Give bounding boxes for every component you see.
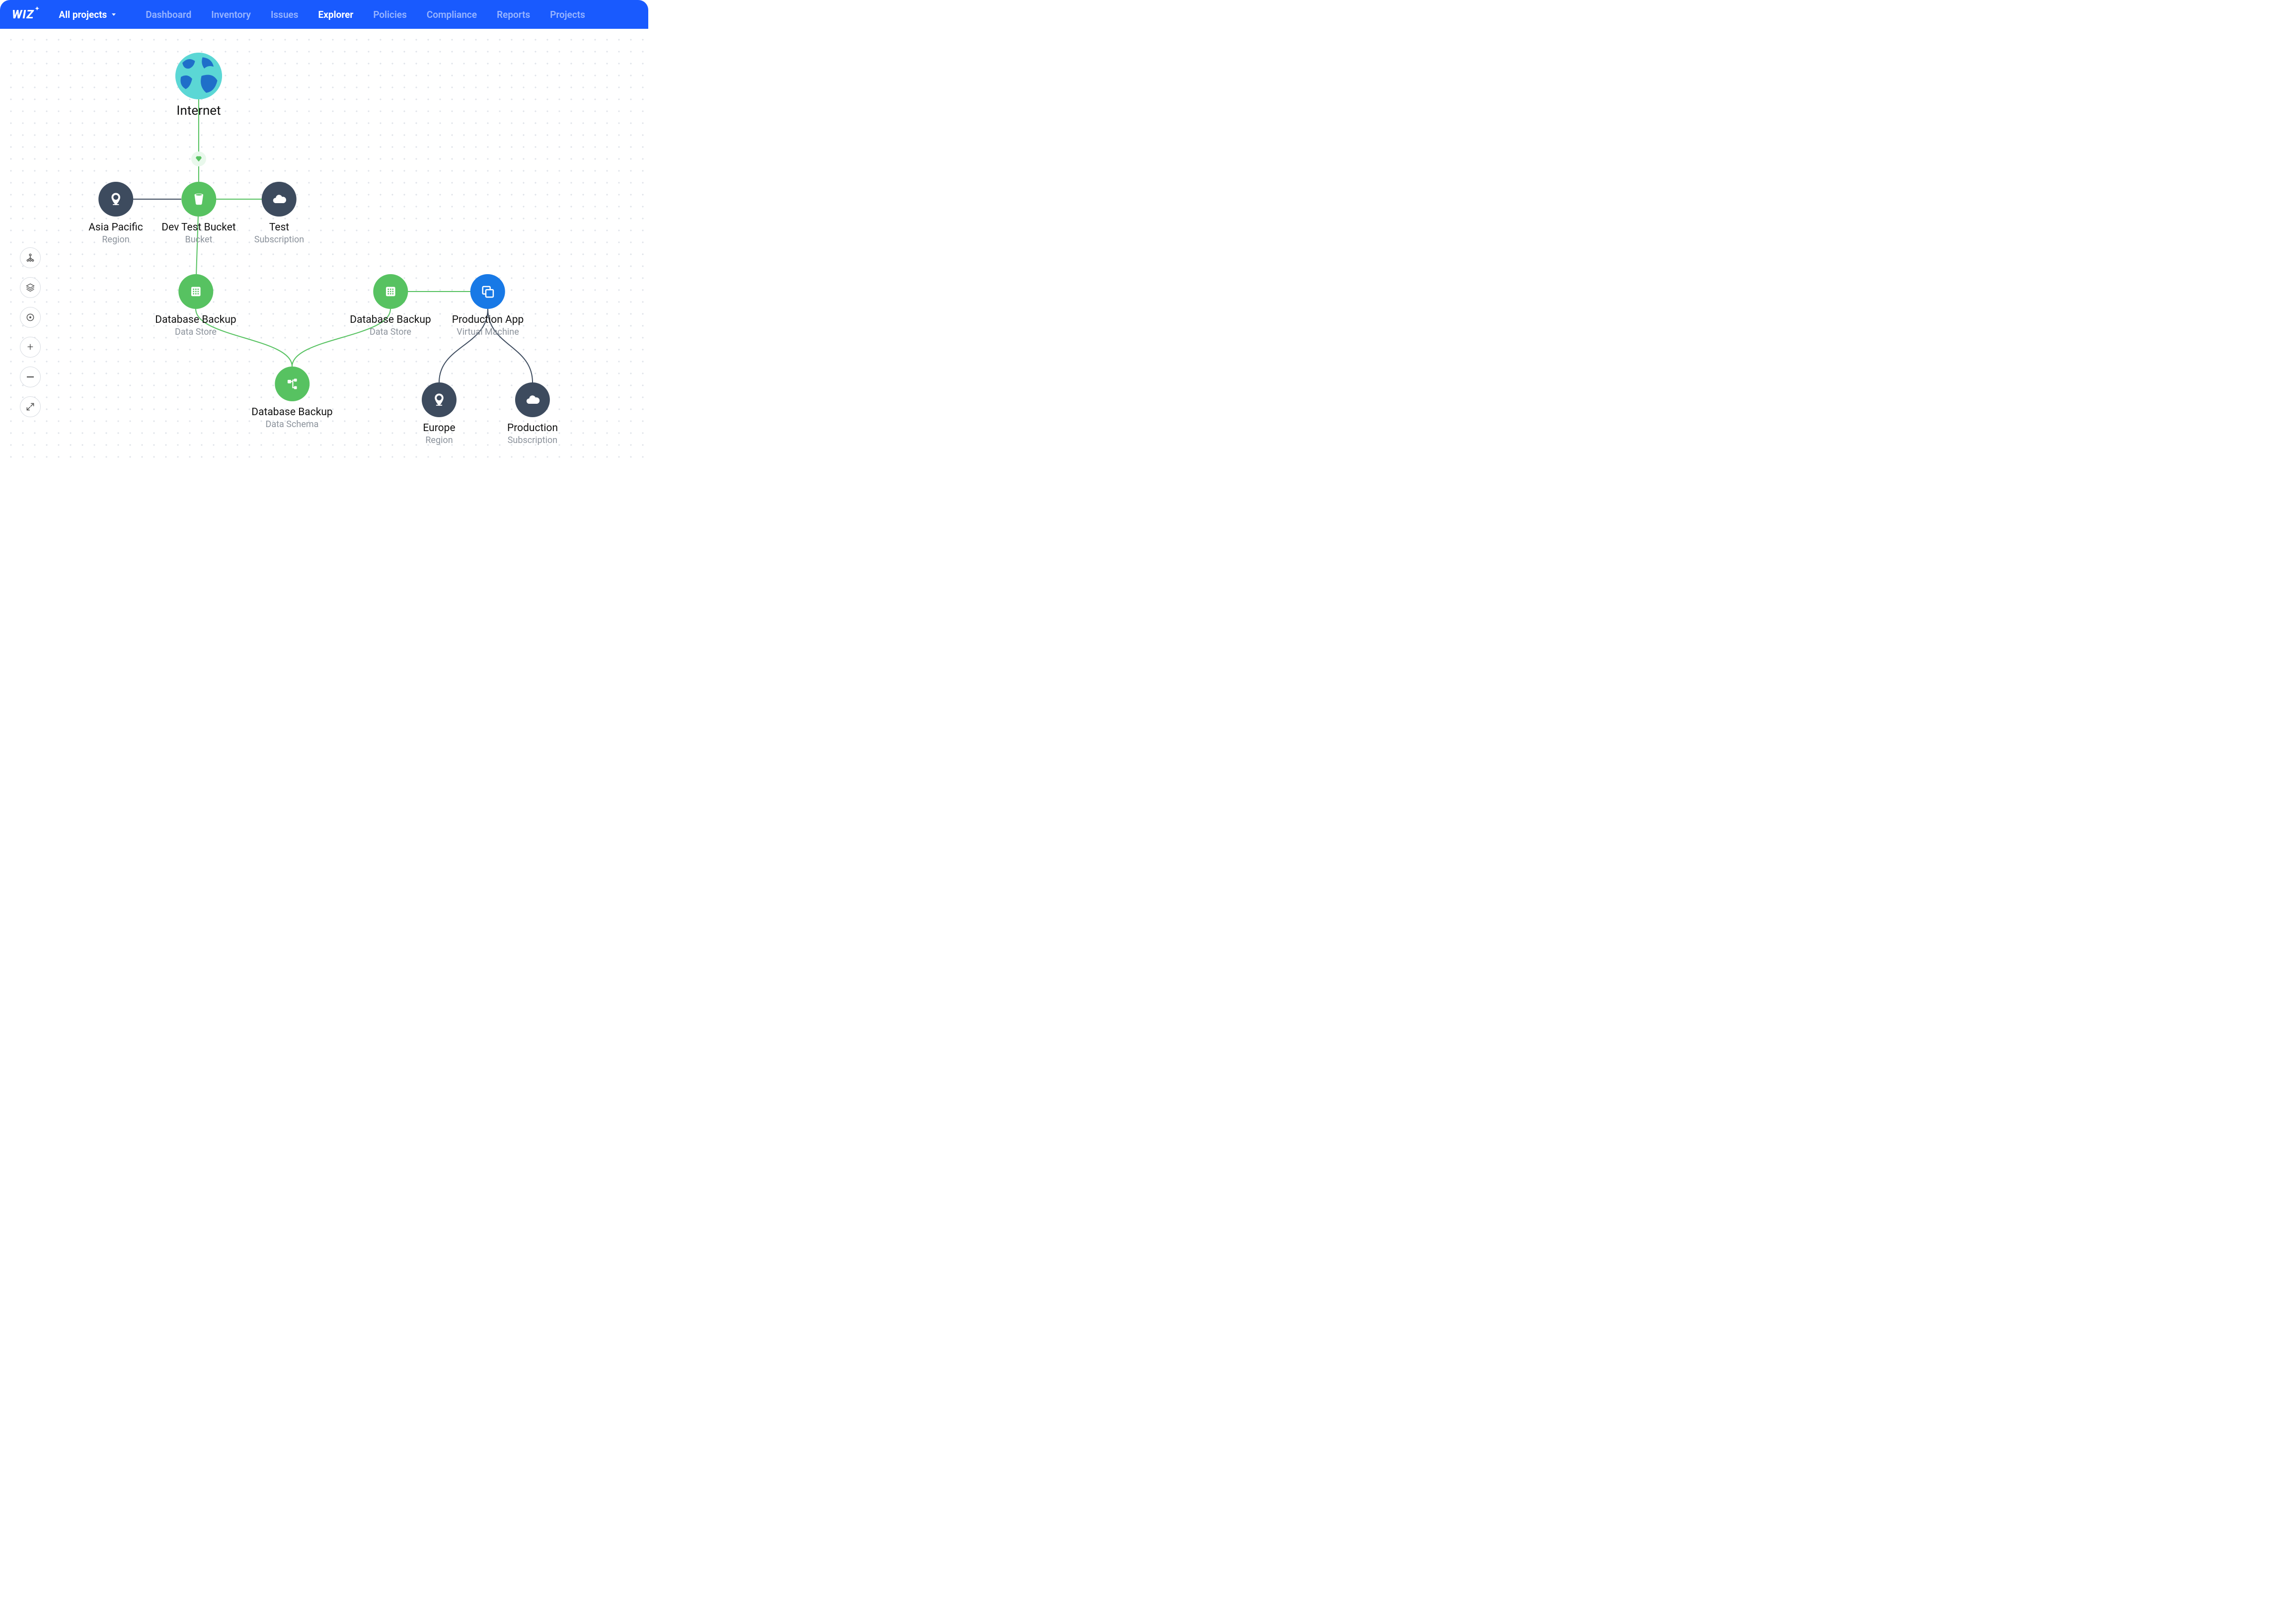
expand-icon	[25, 402, 35, 412]
node-db-backup-1[interactable]: Database Backup Data Store	[155, 274, 236, 337]
node-db-backup-2[interactable]: Database Backup Data Store	[350, 274, 431, 337]
nav-dashboard[interactable]: Dashboard	[146, 9, 191, 20]
node-title: Database Backup	[155, 314, 236, 326]
node-asia-pacific[interactable]: Asia Pacific Region	[88, 182, 143, 245]
region-icon	[422, 382, 457, 417]
node-subtitle: Data Schema	[266, 419, 319, 430]
layers-icon	[25, 283, 35, 293]
layers-btn[interactable]	[20, 277, 41, 298]
node-subtitle: Data Store	[175, 327, 217, 337]
graph: Internet Asia Pacific Region	[0, 29, 648, 460]
graph-mode-btn[interactable]	[20, 247, 41, 268]
project-selector-label: All projects	[59, 9, 107, 20]
node-subtitle: Data Store	[370, 327, 411, 337]
focus-btn[interactable]	[20, 307, 41, 328]
schema-icon	[275, 367, 309, 401]
node-subtitle: Region	[102, 234, 129, 245]
zoom-in-btn[interactable]: +	[20, 337, 41, 358]
target-icon	[25, 312, 35, 322]
node-subtitle: Bucket	[185, 234, 213, 245]
node-subtitle: Virtual Machine	[457, 327, 519, 337]
node-europe[interactable]: Europe Region	[422, 382, 457, 445]
nav-projects[interactable]: Projects	[550, 9, 585, 20]
node-test-subscription[interactable]: Test Subscription	[254, 182, 305, 245]
chevron-down-icon	[112, 13, 116, 16]
node-title: Internet	[176, 103, 221, 118]
finding-badge[interactable]	[191, 151, 206, 166]
node-title: Production	[507, 422, 558, 434]
region-icon	[98, 182, 133, 217]
nav-reports[interactable]: Reports	[497, 9, 530, 20]
node-dev-test-bucket[interactable]: Dev Test Bucket Bucket	[161, 182, 235, 245]
node-title: Europe	[423, 422, 455, 434]
node-title: Dev Test Bucket	[161, 221, 235, 233]
globe-icon	[175, 53, 222, 99]
node-title: Test	[269, 221, 289, 233]
datastore-icon	[178, 274, 213, 309]
node-subtitle: Subscription	[508, 435, 558, 445]
bucket-icon	[181, 182, 216, 217]
nav-explorer[interactable]: Explorer	[318, 9, 354, 20]
graph-canvas[interactable]: + In	[0, 29, 648, 460]
node-production-subscription[interactable]: Production Subscription	[507, 382, 558, 445]
brand-logo: WIZ	[12, 7, 39, 21]
graph-icon	[25, 253, 35, 263]
node-db-schema[interactable]: Database Backup Data Schema	[251, 367, 332, 430]
diamond-icon	[195, 155, 203, 163]
cloud-icon	[262, 182, 297, 217]
node-production-app[interactable]: Production App Virtual Machine	[452, 274, 524, 337]
node-internet[interactable]: Internet	[175, 53, 222, 118]
project-selector[interactable]: All projects	[59, 9, 116, 20]
nav-compliance[interactable]: Compliance	[427, 9, 477, 20]
top-nav: WIZ All projects Dashboard Inventory Iss…	[0, 0, 648, 29]
node-subtitle: Subscription	[254, 234, 305, 245]
nav-links: Dashboard Inventory Issues Explorer Poli…	[146, 9, 585, 20]
node-title: Asia Pacific	[88, 221, 143, 233]
node-title: Database Backup	[350, 314, 431, 326]
node-title: Production App	[452, 314, 524, 326]
nav-policies[interactable]: Policies	[373, 9, 407, 20]
nav-inventory[interactable]: Inventory	[211, 9, 251, 20]
cloud-icon	[515, 382, 550, 417]
canvas-toolbar: +	[20, 247, 41, 417]
nav-issues[interactable]: Issues	[271, 9, 299, 20]
zoom-out-btn[interactable]	[20, 367, 41, 387]
fullscreen-btn[interactable]	[20, 396, 41, 417]
node-title: Database Backup	[251, 406, 332, 418]
node-subtitle: Region	[425, 435, 453, 445]
datastore-icon	[373, 274, 408, 309]
vm-icon	[470, 274, 505, 309]
